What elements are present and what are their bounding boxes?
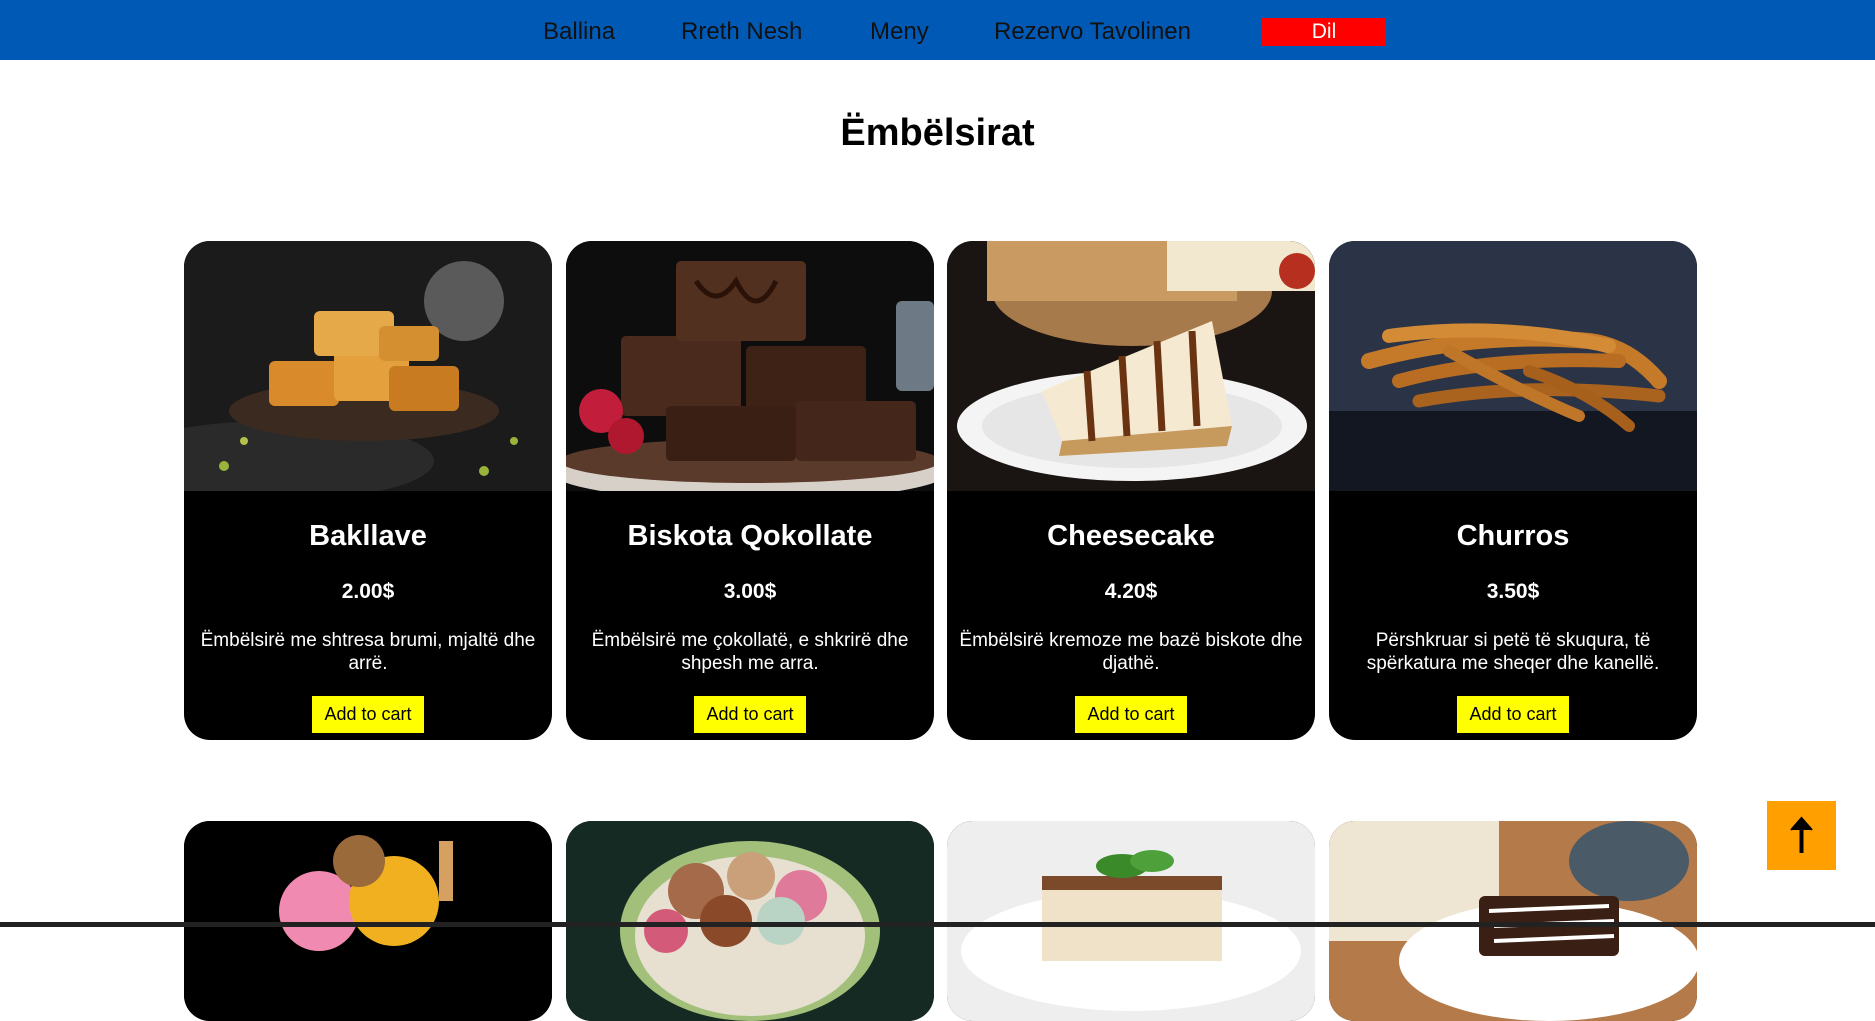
product-card-churros: Churros 3.50$ Përshkruar si petë të skuq… — [1329, 241, 1697, 740]
add-to-cart-button[interactable]: Add to cart — [312, 696, 424, 733]
top-navbar: Ballina Rreth Nesh Meny Rezervo Tavoline… — [0, 0, 1875, 60]
cheesecake-image — [947, 241, 1315, 491]
product-card-row2-4 — [1329, 821, 1697, 1021]
add-to-cart-button[interactable]: Add to cart — [694, 696, 806, 733]
product-name: Churros — [1456, 520, 1570, 552]
nav-link-rezervo-tavolinen[interactable]: Rezervo Tavolinen — [994, 18, 1191, 46]
add-to-cart-button[interactable]: Add to cart — [1075, 696, 1187, 733]
baklava-image — [184, 241, 552, 491]
product-card-row2-3 — [947, 821, 1315, 1021]
add-to-cart-button[interactable]: Add to cart — [1457, 696, 1569, 733]
ice-cream-image — [184, 821, 552, 1021]
product-card-cheesecake: Cheesecake 4.20$ Ëmbëlsirë kremoze me ba… — [947, 241, 1315, 740]
arrow-up-icon — [1790, 816, 1813, 853]
product-name: Biskota Qokollate — [627, 520, 873, 552]
product-card-bakllave: Bakllave 2.00$ Ëmbëlsirë me shtresa brum… — [184, 241, 552, 740]
scroll-to-top-button[interactable] — [1767, 801, 1836, 870]
product-description: Ëmbëlsirë me çokollatë, e shkrirë dhe sh… — [591, 630, 909, 674]
page-title: Ëmbëlsirat — [840, 112, 1035, 154]
product-price: 4.20$ — [1104, 580, 1158, 603]
page-bottom-edge — [0, 922, 1875, 927]
nav-link-meny[interactable]: Meny — [870, 18, 929, 46]
nav-link-ballina[interactable]: Ballina — [543, 18, 615, 46]
product-price: 3.50$ — [1486, 580, 1540, 603]
macarons-image — [566, 821, 934, 1021]
chocolate-dessert-image — [1329, 821, 1697, 1021]
tiramisu-image — [947, 821, 1315, 1021]
nav-link-rreth-nesh[interactable]: Rreth Nesh — [681, 18, 802, 46]
product-card-row2-1 — [184, 821, 552, 1021]
product-name: Bakllave — [309, 520, 427, 552]
product-description: Ëmbëlsirë kremoze me bazë biskote dhe dj… — [959, 630, 1303, 674]
product-card-row2-2 — [566, 821, 934, 1021]
language-button[interactable]: Dil — [1262, 18, 1386, 46]
product-name: Cheesecake — [1047, 520, 1215, 552]
product-description: Ëmbëlsirë me shtresa brumi, mjaltë dhe a… — [200, 630, 536, 674]
product-description: Përshkruar si petë të skuqura, të spërka… — [1366, 630, 1660, 674]
brownies-image — [566, 241, 934, 491]
product-price: 2.00$ — [341, 580, 395, 603]
churros-image — [1329, 241, 1697, 491]
product-card-biskota-qokollate: Biskota Qokollate 3.00$ Ëmbëlsirë me çok… — [566, 241, 934, 740]
product-price: 3.00$ — [723, 580, 777, 603]
